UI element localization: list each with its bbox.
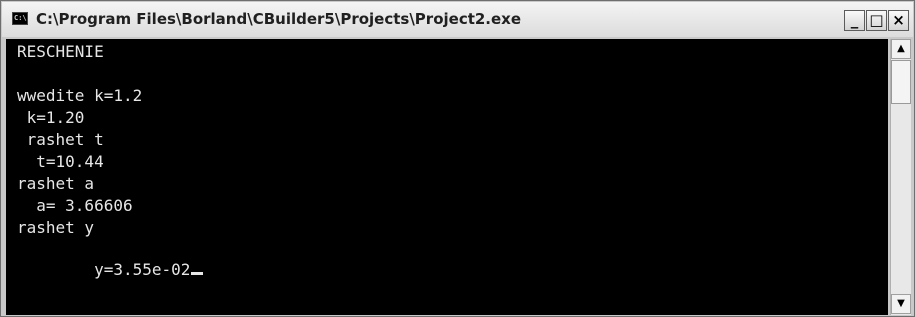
console-line: k=1.20 xyxy=(17,108,85,127)
console-line: rashet y xyxy=(17,218,95,237)
console-line-last: y=3.55e-02 xyxy=(17,240,204,300)
console-line: rashet t xyxy=(17,130,104,149)
console-line: RESCHENIE xyxy=(17,42,104,61)
console-line: t=10.44 xyxy=(17,152,104,171)
window-title: C:\Program Files\Borland\CBuilder5\Proje… xyxy=(36,10,522,28)
title-bar[interactable]: C:\ C:\Program Files\Borland\CBuilder5\P… xyxy=(2,2,913,37)
vertical-scrollbar[interactable]: ▲ ▼ xyxy=(890,39,911,315)
scroll-down-icon[interactable]: ▼ xyxy=(891,294,911,314)
console-line: wwedite k=1.2 xyxy=(17,86,143,105)
console-window: C:\ C:\Program Files\Borland\CBuilder5\P… xyxy=(0,0,915,317)
scroll-up-icon[interactable]: ▲ xyxy=(891,39,911,59)
minimize-button[interactable]: _ xyxy=(844,10,865,31)
console-app-icon[interactable]: C:\ xyxy=(12,12,28,25)
maximize-button[interactable]: □ xyxy=(866,10,887,31)
scrollbar-thumb[interactable] xyxy=(891,60,911,104)
text-cursor xyxy=(191,272,204,275)
close-button[interactable]: × xyxy=(888,10,909,31)
console-output[interactable]: RESCHENIE wwedite k=1.2 k=1.20 rashet t … xyxy=(6,39,888,315)
console-line-text: y=3.55e-02 xyxy=(74,260,191,279)
console-line: rashet a xyxy=(17,174,95,193)
console-line: a= 3.66606 xyxy=(17,196,133,215)
